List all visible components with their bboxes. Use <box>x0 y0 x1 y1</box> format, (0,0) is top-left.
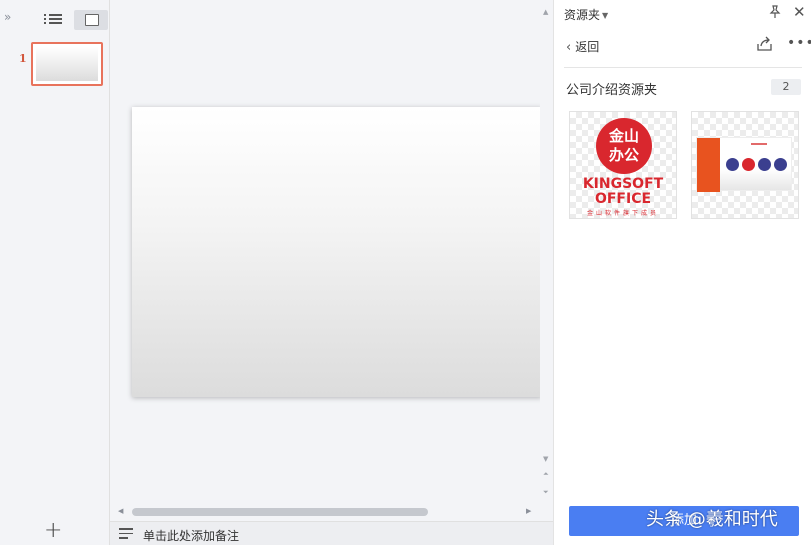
resource-panel: 资源夹▼ ✕ ‹返回 ••• 公司介绍资源夹 2 金山 办公 KINGSOFT … <box>553 0 811 545</box>
thumbnail-panel: » 1 + <box>0 0 110 545</box>
slide-view-icon[interactable] <box>74 10 108 30</box>
scroll-down-icon[interactable]: ▼ <box>543 455 548 463</box>
slide-canvas[interactable] <box>132 107 542 397</box>
expand-panel-icon[interactable]: » <box>4 10 11 24</box>
back-button[interactable]: ‹ 返回 <box>566 38 599 55</box>
watermark: 头条 @羲和时代 <box>646 509 778 530</box>
scroll-left-icon[interactable]: ◀ <box>118 507 123 515</box>
share-icon[interactable] <box>756 36 774 52</box>
divider <box>564 67 802 68</box>
scroll-up-icon[interactable]: ▲ <box>543 8 548 16</box>
back-label: 返回 <box>575 40 600 54</box>
notes-placeholder[interactable]: 单击此处添加备注 <box>143 527 239 544</box>
slide-canvas-area: ▲ ▼ ⏶ ⏷ ◀ ▶ 单击此处添加备注 <box>110 0 553 545</box>
prev-slide-icon[interactable]: ⏶ <box>543 470 549 479</box>
folder-name: 公司介绍资源夹 <box>566 83 658 98</box>
logo-text-kingsoft: KINGSOFT <box>582 176 664 192</box>
notes-bar[interactable]: 单击此处添加备注 <box>110 521 553 545</box>
scroll-right-icon[interactable]: ▶ <box>526 507 531 515</box>
add-slide-icon[interactable]: + <box>44 518 62 543</box>
logo-text-office: OFFICE <box>594 191 652 207</box>
folder-count-badge: 2 <box>771 79 801 95</box>
outline-view-icon[interactable] <box>44 12 62 28</box>
panel-title: 资源夹 <box>564 8 601 22</box>
horizontal-scrollbar[interactable]: ◀ ▶ <box>110 505 540 519</box>
close-icon[interactable]: ✕ <box>793 3 806 21</box>
vertical-scrollbar[interactable]: ▲ ▼ ⏶ ⏷ <box>540 0 553 505</box>
kingsoft-logo: 金山 办公 <box>596 118 652 174</box>
resource-card-slide[interactable] <box>691 111 799 219</box>
panel-title-dropdown[interactable]: 资源夹 ▼ <box>564 6 608 23</box>
resource-card-logo[interactable]: 金山 办公 KINGSOFT OFFICE 金山软件旗下成员 <box>569 111 677 219</box>
chevron-left-icon: ‹ <box>566 40 572 55</box>
scrollbar-thumb[interactable] <box>132 508 428 516</box>
pin-icon[interactable] <box>768 5 782 23</box>
slide-thumbnail[interactable] <box>31 42 103 86</box>
more-icon[interactable]: ••• <box>787 35 811 51</box>
slide-preview-image <box>696 137 792 192</box>
slide-number: 1 <box>19 52 27 65</box>
caret-down-icon: ▼ <box>602 11 609 20</box>
next-slide-icon[interactable]: ⏷ <box>543 488 549 497</box>
notes-icon <box>119 528 133 540</box>
logo-slogan: 金山软件旗下成员 <box>586 210 659 217</box>
